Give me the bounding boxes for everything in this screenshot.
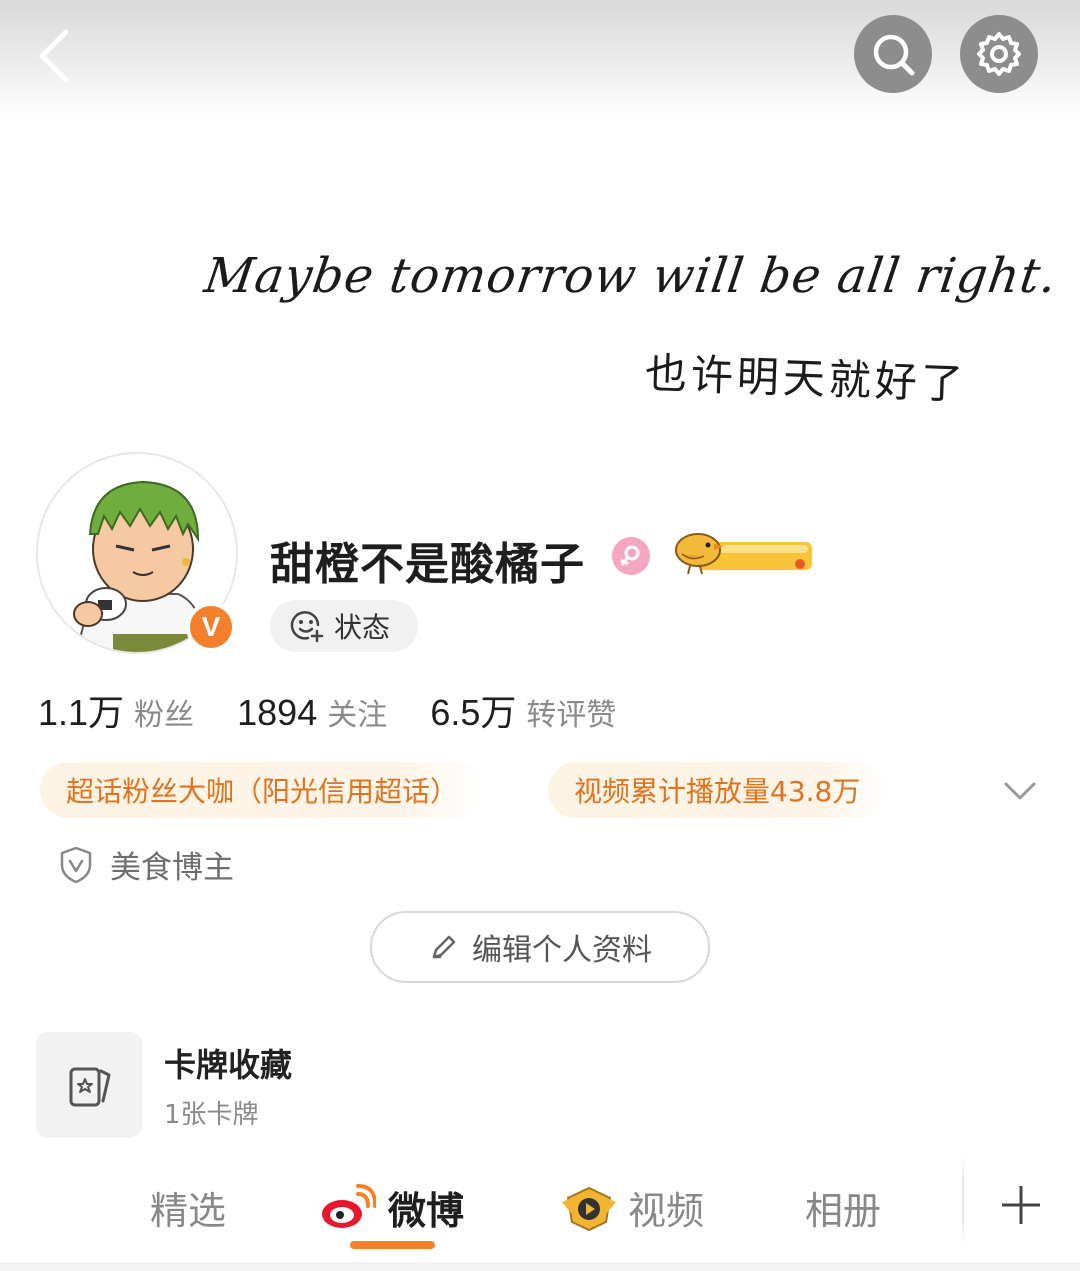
card-collection-title[interactable]: 卡牌收藏 <box>164 1040 292 1086</box>
tag-video-plays[interactable]: 视频累计播放量43.8万 <box>548 762 887 818</box>
tabs-divider <box>962 1155 964 1245</box>
verified-badge: V <box>186 602 236 652</box>
card-collection-subtitle: 1张卡牌 <box>164 1100 259 1130</box>
role-row: 美食博主 <box>58 842 234 887</box>
chevron-left-icon <box>39 29 69 83</box>
tab-video[interactable]: 视频 <box>560 1180 704 1235</box>
username: 甜橙不是酸橘子 <box>270 539 585 590</box>
tab-label: 视频 <box>628 1189 705 1233</box>
gear-icon <box>977 32 1021 76</box>
female-icon <box>612 537 650 575</box>
bird-medal-icon[interactable] <box>668 528 816 578</box>
settings-button[interactable] <box>960 15 1038 93</box>
tab-featured[interactable]: 精选 <box>150 1180 226 1235</box>
stat-value: 1894 <box>237 692 318 733</box>
stats-row: 1.1万 粉丝 1894 关注 6.5万 转评赞 <box>38 684 654 734</box>
stat-label: 粉丝 <box>134 698 195 733</box>
stat-value: 1.1万 <box>38 692 125 733</box>
stat-label: 转评赞 <box>526 698 617 733</box>
stat-interactions[interactable]: 6.5万 转评赞 <box>430 684 616 736</box>
expand-tags-button[interactable] <box>1000 774 1040 806</box>
tag-supertopic-fan[interactable]: 超话粉丝大咖（阳光信用超话） <box>40 762 485 818</box>
pencil-icon <box>432 935 456 959</box>
tab-weibo[interactable]: 微博 <box>320 1180 464 1235</box>
plus-icon <box>1002 1186 1040 1224</box>
profile-tabs: 精选 微博 视频 相册 <box>0 1160 1080 1260</box>
tag-label: 超话粉丝大咖（阳光信用超话） <box>66 775 459 808</box>
edit-profile-label: 编辑个人资料 <box>472 933 652 968</box>
video-badge-icon <box>562 1186 616 1231</box>
banner-chinese-text: 也许明天就好了 <box>644 348 968 409</box>
weibo-icon <box>322 1183 376 1228</box>
tab-album[interactable]: 相册 <box>805 1180 881 1235</box>
card-collection-button[interactable] <box>36 1032 142 1138</box>
search-button[interactable] <box>854 15 932 93</box>
status-button[interactable]: 状态 <box>270 600 418 652</box>
role-label: 美食博主 <box>110 850 234 886</box>
tag-label: 视频累计播放量43.8万 <box>574 775 861 808</box>
bottom-divider <box>0 1262 1080 1271</box>
stat-following[interactable]: 1894 关注 <box>237 690 387 734</box>
status-emoji-icon <box>290 611 324 643</box>
stat-value: 6.5万 <box>430 692 517 733</box>
card-icon <box>69 1067 111 1107</box>
search-icon <box>873 34 915 76</box>
edit-profile-button[interactable]: 编辑个人资料 <box>370 911 710 983</box>
tab-label: 相册 <box>805 1189 882 1233</box>
add-tab-button[interactable] <box>1000 1184 1042 1226</box>
stat-label: 关注 <box>327 698 388 733</box>
stat-followers[interactable]: 1.1万 粉丝 <box>38 684 194 736</box>
shield-v-icon <box>60 846 92 883</box>
back-button[interactable] <box>34 26 94 86</box>
tab-label: 精选 <box>150 1189 227 1233</box>
banner-script-text: Maybe tomorrow will be all right. <box>201 248 1061 304</box>
tab-label: 微博 <box>388 1189 465 1233</box>
status-label: 状态 <box>334 611 391 644</box>
chevron-down-icon <box>1004 782 1036 800</box>
active-tab-indicator <box>350 1241 435 1249</box>
